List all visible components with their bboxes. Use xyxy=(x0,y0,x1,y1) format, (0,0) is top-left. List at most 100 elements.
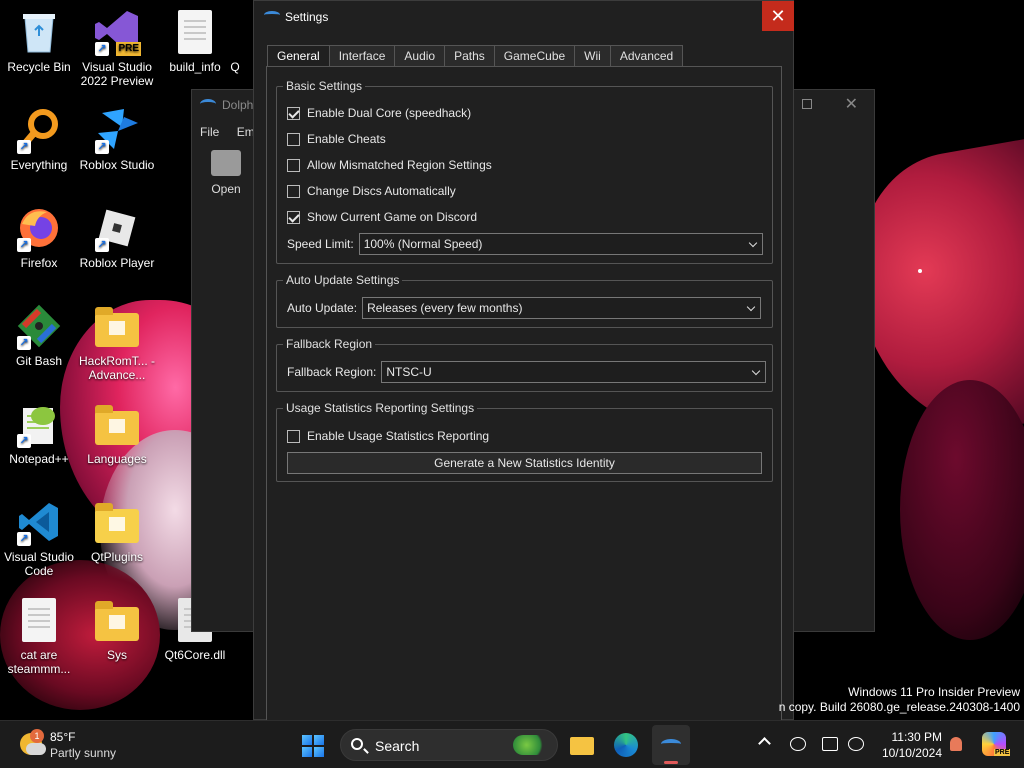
option-usage-statistics[interactable]: Enable Usage Statistics Reporting xyxy=(287,428,489,444)
fallback-region-select[interactable]: NTSC-U xyxy=(381,361,767,383)
tab-paths[interactable]: Paths xyxy=(445,45,495,67)
edge-icon xyxy=(614,733,638,757)
shortcut-arrow-icon: ↗ xyxy=(17,238,31,252)
open-button[interactable]: Open xyxy=(206,150,246,196)
desktop-icon-roblox-studio[interactable]: ↗ Roblox Studio xyxy=(77,106,157,172)
speed-limit-row: Speed Limit: 100% (Normal Speed) xyxy=(287,233,763,255)
desktop-icon-label: Firefox xyxy=(20,256,58,270)
taskbar-search[interactable]: Search xyxy=(340,729,558,761)
mismatched-region-label: Allow Mismatched Region Settings xyxy=(307,158,492,172)
show-hidden-icons-chevron-icon[interactable] xyxy=(758,737,771,750)
change-discs-checkbox[interactable] xyxy=(287,184,300,198)
weather-widget[interactable]: 1 85°F Partly sunny xyxy=(18,729,128,761)
cloud-icon xyxy=(26,743,46,755)
git-bash-icon: ↗ xyxy=(15,302,63,350)
desktop-icon-visual-studio-2022[interactable]: ↗ PRE Visual Studio 2022 Preview xyxy=(77,8,157,88)
option-dual-core[interactable]: Enable Dual Core (speedhack) xyxy=(287,105,471,121)
option-discord[interactable]: Show Current Game on Discord xyxy=(287,209,477,225)
volume-muted-icon[interactable] xyxy=(848,737,864,751)
tab-gamecube[interactable]: GameCube xyxy=(494,45,576,67)
open-folder-icon xyxy=(211,150,241,176)
tab-interface[interactable]: Interface xyxy=(329,45,396,67)
settings-close-button[interactable]: ✕ xyxy=(762,1,794,31)
fallback-region-label: Fallback Region: xyxy=(287,365,377,379)
chevron-down-icon xyxy=(746,302,756,312)
desktop-icon-languages-folder[interactable]: Languages xyxy=(77,400,157,466)
desktop-icon-label: QtPlugins xyxy=(90,550,144,564)
discord-checkbox[interactable] xyxy=(287,210,300,224)
taskbar-edge[interactable] xyxy=(610,729,642,761)
option-enable-cheats[interactable]: Enable Cheats xyxy=(287,131,386,147)
shortcut-arrow-icon: ↗ xyxy=(17,140,31,154)
menu-file[interactable]: File xyxy=(200,125,219,139)
file-icon xyxy=(211,8,259,56)
weather-notification-badge: 1 xyxy=(30,729,44,743)
vscode-icon: ↗ xyxy=(15,498,63,546)
search-highlight-icon xyxy=(513,735,547,755)
desktop-icon-label: Everything xyxy=(10,158,68,172)
enable-cheats-checkbox[interactable] xyxy=(287,132,300,146)
everything-search-icon: ↗ xyxy=(15,106,63,154)
settings-titlebar[interactable]: Settings ✕ xyxy=(254,1,794,33)
roblox-player-icon: ↗ xyxy=(93,204,141,252)
start-button[interactable] xyxy=(302,735,324,757)
tab-general[interactable]: General xyxy=(267,45,330,68)
speed-limit-select[interactable]: 100% (Normal Speed) xyxy=(358,233,763,255)
settings-window-title: Settings xyxy=(285,10,329,24)
option-change-discs[interactable]: Change Discs Automatically xyxy=(287,183,456,199)
search-label: Search xyxy=(375,738,420,754)
settings-window[interactable]: Settings ✕ General Interface Audio Paths… xyxy=(253,0,794,726)
usage-statistics-checkbox[interactable] xyxy=(287,429,300,443)
text-file-icon xyxy=(15,596,63,644)
desktop-icon-sys-folder[interactable]: Sys xyxy=(77,596,157,662)
desktop-icon-everything[interactable]: ↗ Everything xyxy=(0,106,79,172)
folder-icon xyxy=(93,596,141,644)
auto-update-group: Auto Update Settings Auto Update: Releas… xyxy=(276,273,773,328)
desktop-icon-hackrom-folder[interactable]: HackRomT... - Advance... xyxy=(77,302,157,382)
tab-audio[interactable]: Audio xyxy=(395,45,446,67)
fallback-region-value: NTSC-U xyxy=(386,365,432,379)
desktop-icon-notepad-plus-plus[interactable]: ↗ Notepad++ xyxy=(0,400,79,466)
recycle-bin-icon xyxy=(15,8,63,56)
network-icon[interactable] xyxy=(822,737,838,751)
tab-advanced[interactable]: Advanced xyxy=(610,45,684,67)
desktop-icon-firefox[interactable]: ↗ Firefox xyxy=(0,204,79,270)
firefox-icon: ↗ xyxy=(15,204,63,252)
generate-statistics-identity-button[interactable]: Generate a New Statistics Identity xyxy=(287,452,762,474)
watermark-line-2: n copy. Build 26080.ge_release.240308-14… xyxy=(778,700,1020,714)
taskbar-dolphin[interactable] xyxy=(652,725,690,765)
desktop-icon-label: cat are steammm... xyxy=(7,648,71,676)
desktop-icon-git-bash[interactable]: ↗ Git Bash xyxy=(0,302,79,368)
option-mismatched-region[interactable]: Allow Mismatched Region Settings xyxy=(287,157,492,173)
dolphin-logo-icon xyxy=(661,739,681,749)
folder-icon xyxy=(93,302,141,350)
basic-settings-group: Basic Settings Enable Dual Core (speedha… xyxy=(276,79,773,264)
dual-core-checkbox[interactable] xyxy=(287,106,300,120)
desktop-icon-vscode[interactable]: ↗ Visual Studio Code xyxy=(0,498,79,578)
desktop-icon-text-file[interactable]: cat are steammm... xyxy=(0,596,79,676)
discord-label: Show Current Game on Discord xyxy=(307,210,478,224)
dolphin-window-title: Dolph xyxy=(222,98,254,112)
desktop-icon-roblox-player[interactable]: ↗ Roblox Player xyxy=(77,204,157,270)
desktop-icon-label: Visual Studio Code xyxy=(4,550,74,578)
close-button[interactable]: ✕ xyxy=(845,94,858,114)
copilot-preview-badge: PRE xyxy=(994,749,1011,756)
auto-update-row: Auto Update: Releases (every few months) xyxy=(287,297,762,319)
onedrive-icon[interactable] xyxy=(790,737,806,751)
desktop-icon-qtplugins-folder[interactable]: QtPlugins xyxy=(77,498,157,564)
auto-update-select[interactable]: Releases (every few months) xyxy=(362,297,762,319)
desktop-icon-recycle-bin[interactable]: Recycle Bin xyxy=(0,8,79,74)
tab-wii[interactable]: Wii xyxy=(575,45,611,67)
shortcut-arrow-icon: ↗ xyxy=(95,238,109,252)
taskbar-clock[interactable]: 11:30 PM 10/10/2024 xyxy=(874,729,942,761)
folder-icon xyxy=(570,737,594,755)
roblox-studio-icon: ↗ xyxy=(93,106,141,154)
clock-date: 10/10/2024 xyxy=(881,746,942,760)
taskbar-file-explorer[interactable] xyxy=(566,729,598,761)
shortcut-arrow-icon: ↗ xyxy=(95,42,109,56)
notification-bell-icon[interactable] xyxy=(950,737,962,751)
maximize-button[interactable] xyxy=(802,99,812,109)
mismatched-region-checkbox[interactable] xyxy=(287,158,300,172)
chevron-down-icon xyxy=(748,238,757,248)
windows-logo-icon xyxy=(302,735,312,745)
